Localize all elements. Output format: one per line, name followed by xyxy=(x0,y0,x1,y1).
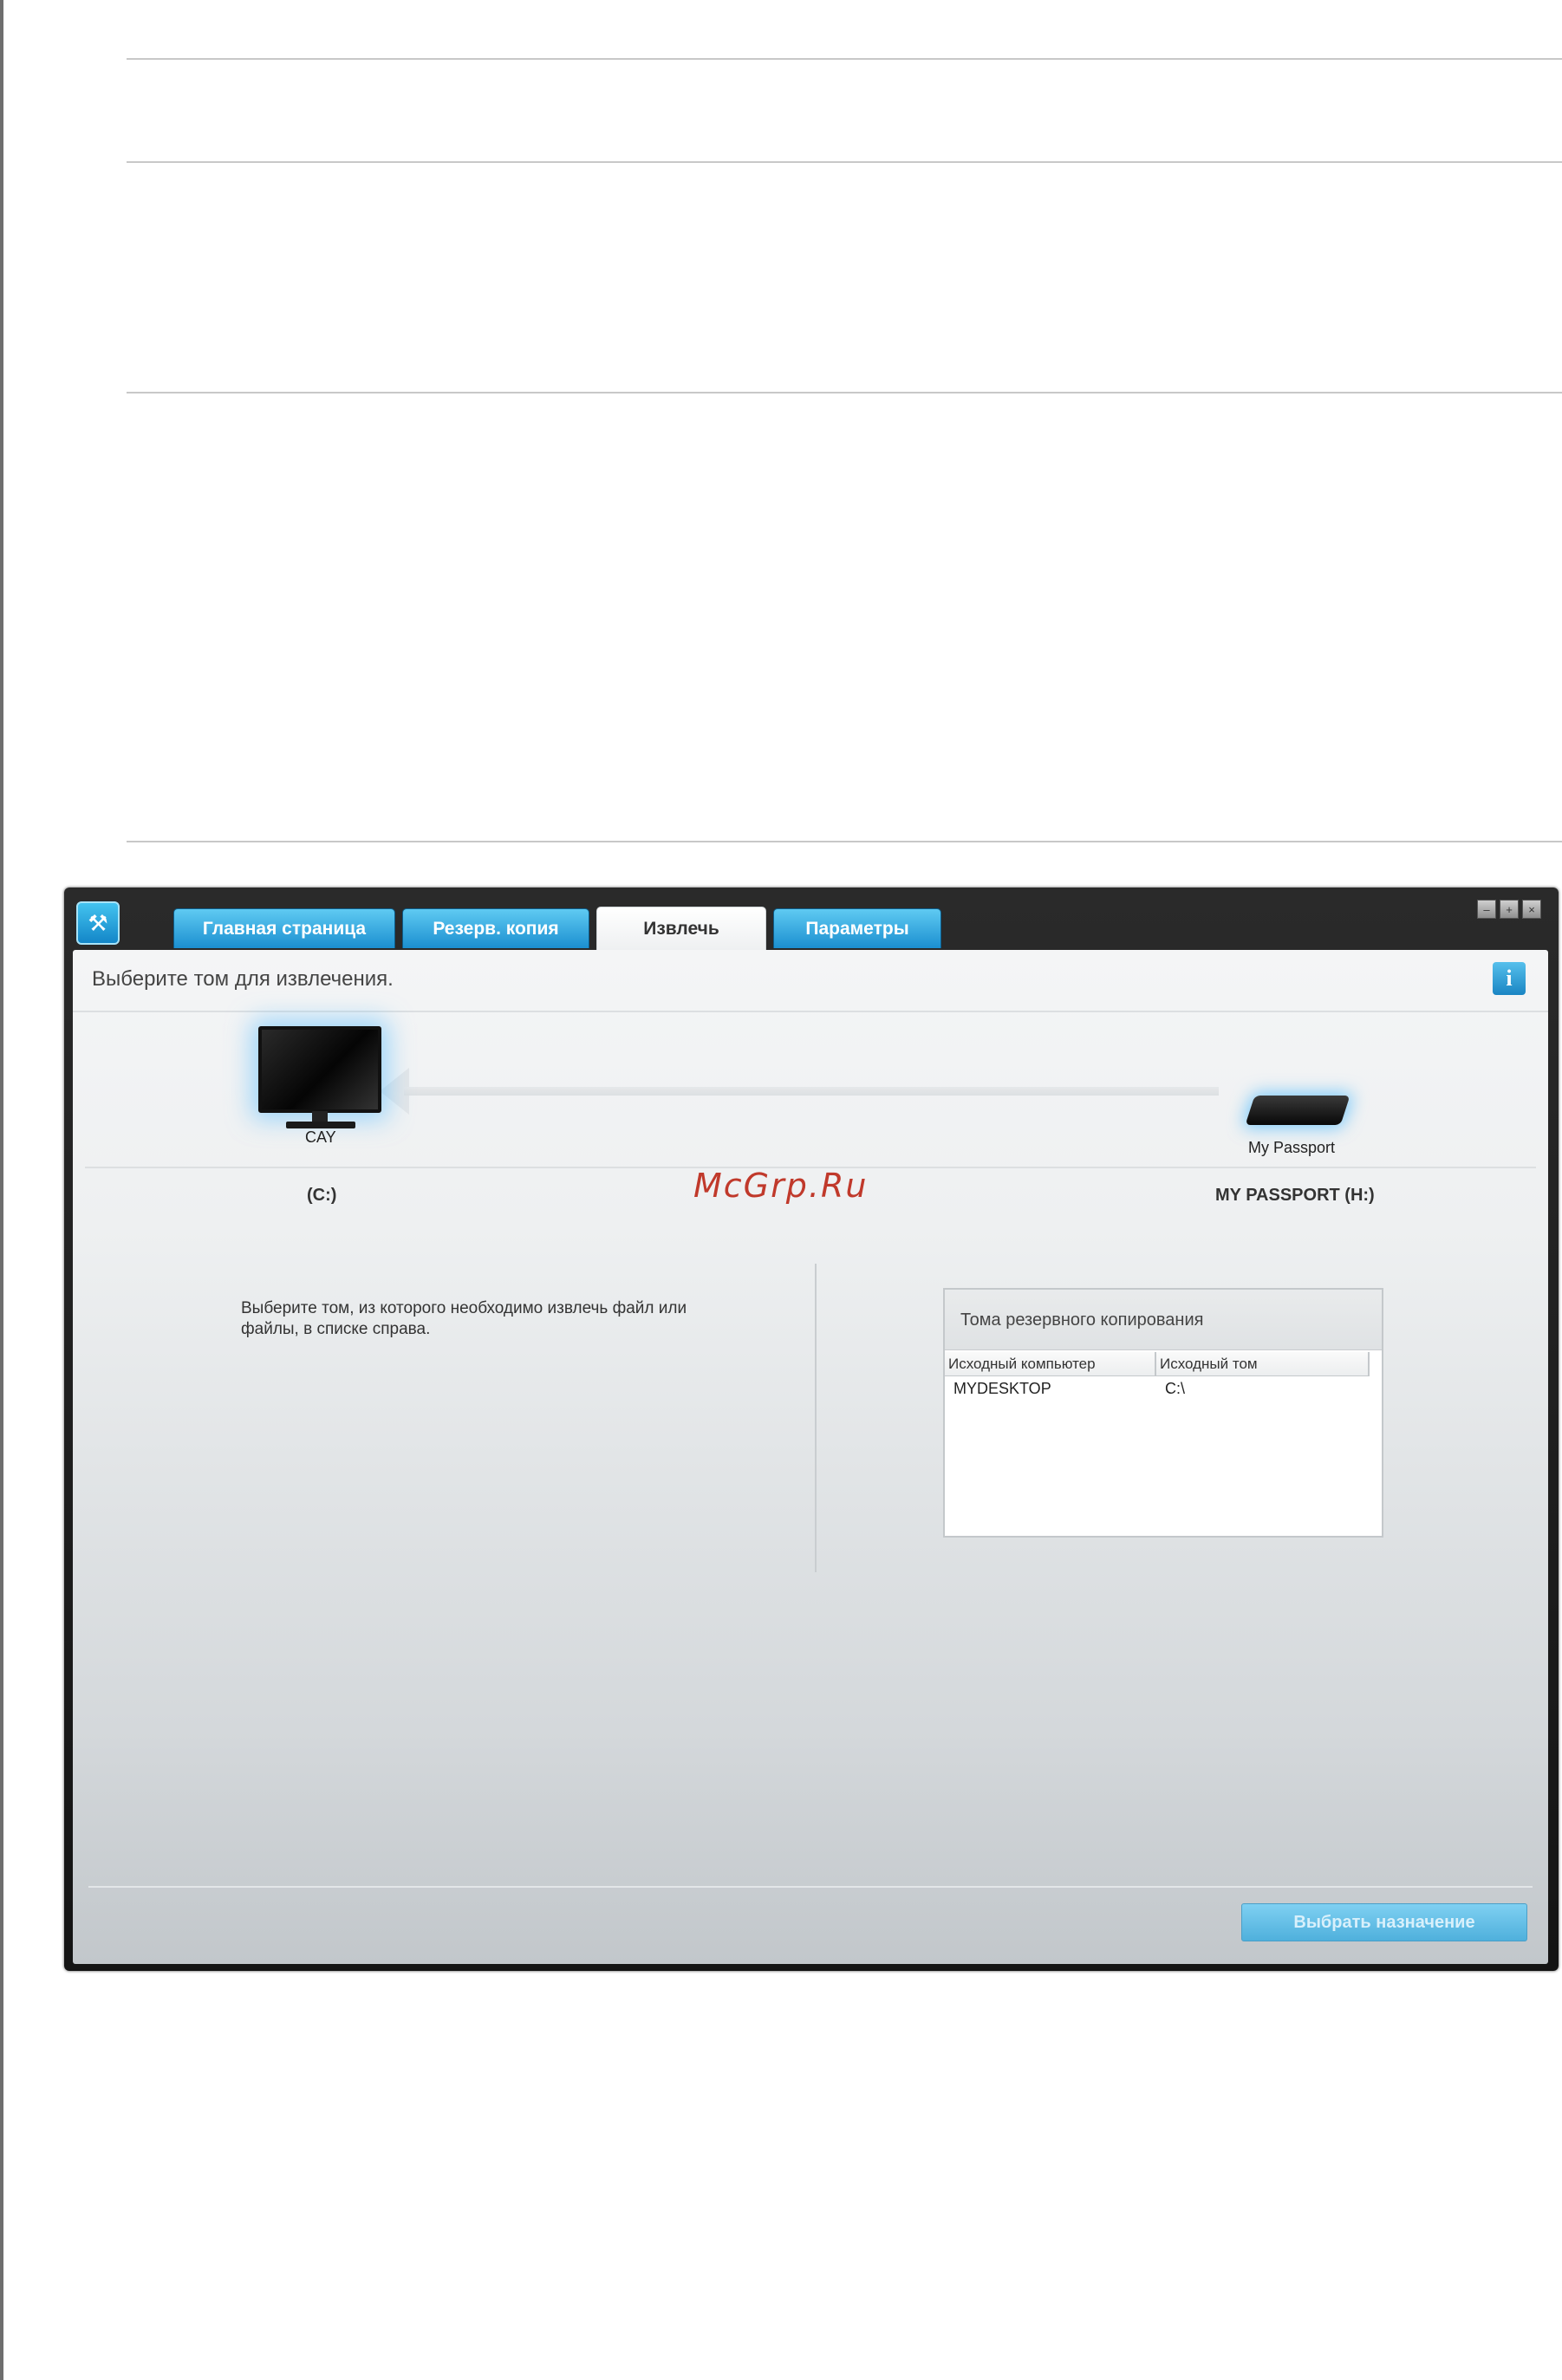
minimize-icon[interactable]: – xyxy=(1477,900,1496,919)
table-row-volume[interactable]: C:\ xyxy=(1165,1380,1185,1398)
column-header-computer[interactable]: Исходный компьютер xyxy=(945,1352,1156,1376)
select-volume-instruction: Выберите том, из которого необходимо изв… xyxy=(241,1299,687,1338)
footer-divider xyxy=(88,1886,1533,1888)
panel-divider xyxy=(815,1264,817,1572)
app-logo-icon[interactable]: ⚒ xyxy=(76,901,120,945)
app-window: ⚒ Главная страница Резерв. копия Извлечь… xyxy=(64,888,1559,1971)
table-row-computer[interactable]: MYDESKTOP xyxy=(953,1380,1051,1398)
page-instruction: Выберите том для извлечения. xyxy=(92,967,394,991)
page-left-border xyxy=(0,0,3,2380)
tab-retrieve[interactable]: Извлечь xyxy=(596,907,766,950)
tab-settings[interactable]: Параметры xyxy=(773,908,941,948)
content-area: Выберите том для извлечения. i CAY My Pa… xyxy=(73,950,1548,1964)
page-rule-1 xyxy=(127,58,1562,60)
page-rule-2 xyxy=(127,161,1562,163)
drive-label: My Passport xyxy=(1248,1139,1336,1156)
tab-home[interactable]: Главная страница xyxy=(173,908,395,948)
column-header-volume[interactable]: Исходный том xyxy=(1156,1352,1370,1376)
header-divider xyxy=(73,1011,1548,1012)
backup-volumes-panel: Тома резервного копирования Исходный ком… xyxy=(943,1288,1383,1538)
external-drive-icon[interactable] xyxy=(1245,1096,1350,1125)
watermark: McGrp.Ru xyxy=(693,1167,869,1205)
page-rule-4 xyxy=(127,841,1562,842)
transfer-arrow-line xyxy=(404,1087,1219,1096)
backup-volumes-title: Тома резервного копирования xyxy=(945,1290,1382,1350)
computer-label: CAY xyxy=(305,1128,336,1146)
choose-destination-button[interactable]: Выбрать назначение xyxy=(1241,1903,1527,1941)
computer-monitor-icon[interactable] xyxy=(258,1026,381,1128)
maximize-icon[interactable]: + xyxy=(1500,900,1519,919)
info-icon[interactable]: i xyxy=(1493,962,1526,995)
source-volume-label: (C:) xyxy=(307,1186,337,1205)
page-rule-3 xyxy=(127,392,1562,393)
tab-backup[interactable]: Резерв. копия xyxy=(402,908,589,948)
destination-volume-label: MY PASSPORT (H:) xyxy=(1215,1186,1375,1205)
close-icon[interactable]: × xyxy=(1522,900,1541,919)
